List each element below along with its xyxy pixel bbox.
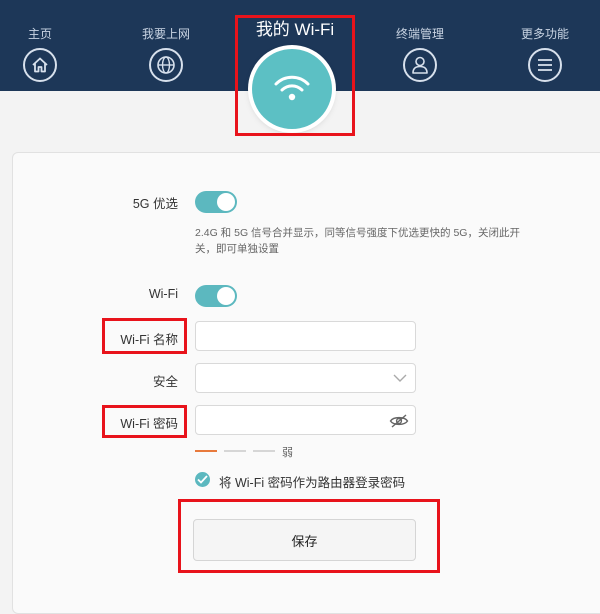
security-label: 安全: [152, 375, 178, 389]
chevron-down-icon: [393, 374, 407, 382]
user-icon: [403, 48, 437, 82]
security-dropdown[interactable]: [196, 364, 415, 392]
band-pref-toggle[interactable]: [195, 191, 237, 213]
wifi-toggle[interactable]: [195, 285, 237, 307]
wifi-name-input[interactable]: [196, 322, 415, 350]
band-pref-hint: 2.4G 和 5G 信号合并显示，同等信号强度下优选更快的 5G，关闭此开关，即…: [195, 227, 520, 255]
nav-item-more[interactable]: 更多功能: [505, 26, 585, 82]
highlight-box-save: [178, 499, 440, 573]
highlight-box-wifi-name: [102, 318, 187, 354]
password-strength-bar-3: [253, 450, 275, 452]
password-strength-bar-2: [224, 450, 246, 452]
use-as-admin-checkbox[interactable]: [195, 472, 210, 487]
password-strength-bar-1: [195, 450, 217, 452]
highlight-box-my-wifi: [235, 15, 355, 136]
globe-icon: [149, 48, 183, 82]
band-pref-label: 5G 优选: [132, 197, 178, 211]
eye-off-icon[interactable]: [389, 413, 409, 429]
wifi-password-input[interactable]: [196, 406, 415, 434]
nav-label-internet: 我要上网: [141, 27, 190, 41]
password-strength-text: 弱: [282, 447, 293, 459]
nav-item-devices[interactable]: 终端管理: [380, 26, 460, 82]
check-icon: [197, 475, 208, 484]
nav-label-more: 更多功能: [520, 27, 569, 41]
nav-item-home[interactable]: 主页: [0, 26, 80, 82]
highlight-box-wifi-password: [102, 405, 187, 438]
use-as-admin-label: 将 Wi-Fi 密码作为路由器登录密码: [219, 476, 406, 490]
security-select[interactable]: [195, 363, 416, 393]
nav-label-devices: 终端管理: [395, 27, 444, 41]
menu-icon: [528, 48, 562, 82]
nav-label-home: 主页: [27, 27, 52, 41]
wifi-name-field[interactable]: [195, 321, 416, 351]
wifi-password-field[interactable]: [195, 405, 416, 435]
home-icon: [23, 48, 57, 82]
wifi-toggle-label: Wi-Fi: [148, 287, 178, 301]
nav-item-internet[interactable]: 我要上网: [126, 26, 206, 82]
